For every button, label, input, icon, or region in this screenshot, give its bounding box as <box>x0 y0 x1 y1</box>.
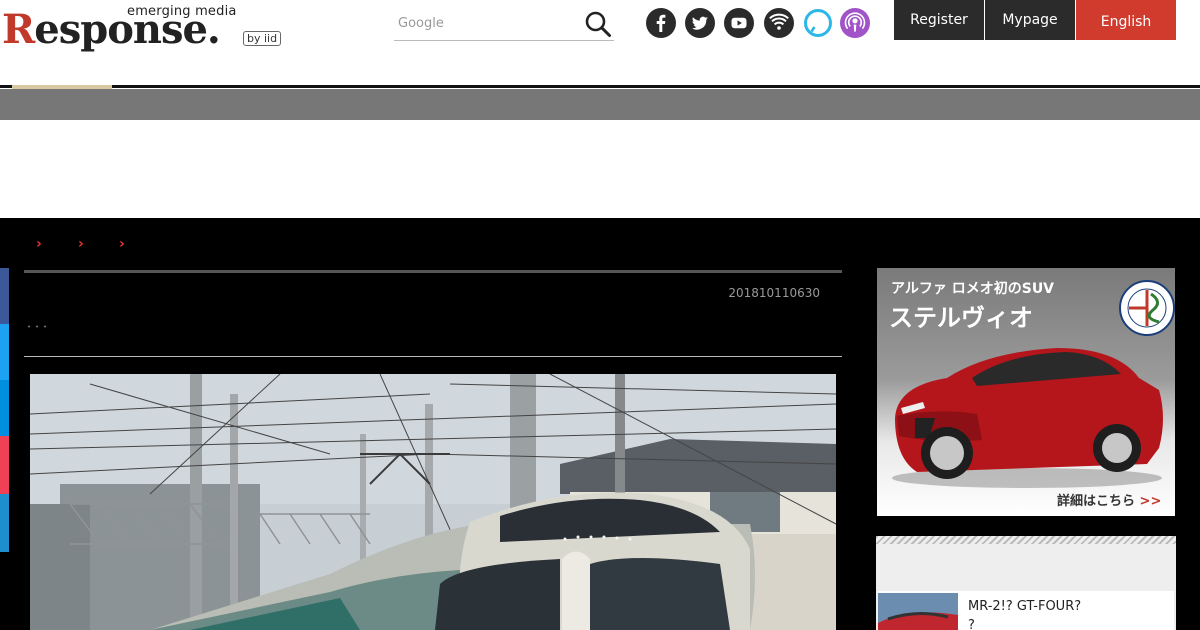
share-twitter-button[interactable] <box>0 324 9 380</box>
logo-by-iid: by iid <box>243 31 282 46</box>
podcast-icon <box>840 8 870 38</box>
ad-cta[interactable]: 詳細はこちら >> <box>1057 490 1161 509</box>
site-logo[interactable]: emerging media Response. by iid <box>0 2 285 53</box>
podcast-link[interactable] <box>840 8 870 38</box>
mypage-button[interactable]: Mypage <box>985 0 1075 40</box>
english-button[interactable]: English <box>1076 0 1176 40</box>
share-hatena-button[interactable] <box>0 380 9 436</box>
train-photo <box>30 374 836 630</box>
twitter-link[interactable] <box>685 8 715 38</box>
article-header-rule <box>24 270 842 273</box>
search-box <box>394 4 614 41</box>
breadcrumb-separator: › <box>36 236 42 252</box>
article-main-photo[interactable] <box>30 374 836 630</box>
article-date: 201810110630 <box>728 286 820 300</box>
ranking-item[interactable]: MR-2!? GT-FOUR? ? <box>878 591 1174 630</box>
share-facebook-button[interactable] <box>0 268 9 324</box>
ranking-item-thumbnail <box>878 593 958 630</box>
share-line-button[interactable] <box>0 494 9 552</box>
ad-headline: アルファ ロメオ初のSUV <box>891 281 1055 297</box>
register-button[interactable]: Register <box>894 0 984 40</box>
breadcrumb-separator: › <box>119 236 125 252</box>
sidebar-ad-alfa-romeo[interactable]: アルファ ロメオ初のSUV ステルヴィオ 詳細はこちら >> <box>877 268 1175 516</box>
main-content: › › › 201810110630 ･･･ アルファ ロメオ初のSUV ステル… <box>0 218 1200 630</box>
sub-nav-bar <box>0 89 1200 120</box>
share-pocket-button[interactable] <box>0 436 9 494</box>
rss-link[interactable] <box>764 8 794 38</box>
alexa-icon <box>804 9 832 37</box>
logo-wordmark: Response. <box>2 6 221 53</box>
rss-icon <box>764 8 794 38</box>
alexa-link[interactable] <box>803 8 833 38</box>
ranking-item-title: MR-2!? GT-FOUR? ? <box>968 599 1082 630</box>
article-divider <box>24 356 842 357</box>
top-ad-space <box>0 120 1200 218</box>
article-meta: ･･･ <box>26 320 51 334</box>
facebook-link[interactable] <box>646 8 676 38</box>
facebook-icon <box>646 8 676 38</box>
ranking-header-stripe <box>876 536 1176 544</box>
twitter-icon <box>685 8 715 38</box>
breadcrumb-separator: › <box>78 236 84 252</box>
search-input[interactable] <box>394 12 574 34</box>
ad-cta-arrow: >> <box>1139 494 1162 509</box>
site-header: emerging media Response. by iid Register… <box>0 0 1200 88</box>
youtube-icon <box>724 8 754 38</box>
search-button[interactable] <box>584 10 612 38</box>
youtube-link[interactable] <box>724 8 754 38</box>
search-icon <box>585 11 611 37</box>
ad-model-name: ステルヴィオ <box>889 304 1033 332</box>
sidebar-ranking: MR-2!? GT-FOUR? ? <box>876 536 1176 630</box>
